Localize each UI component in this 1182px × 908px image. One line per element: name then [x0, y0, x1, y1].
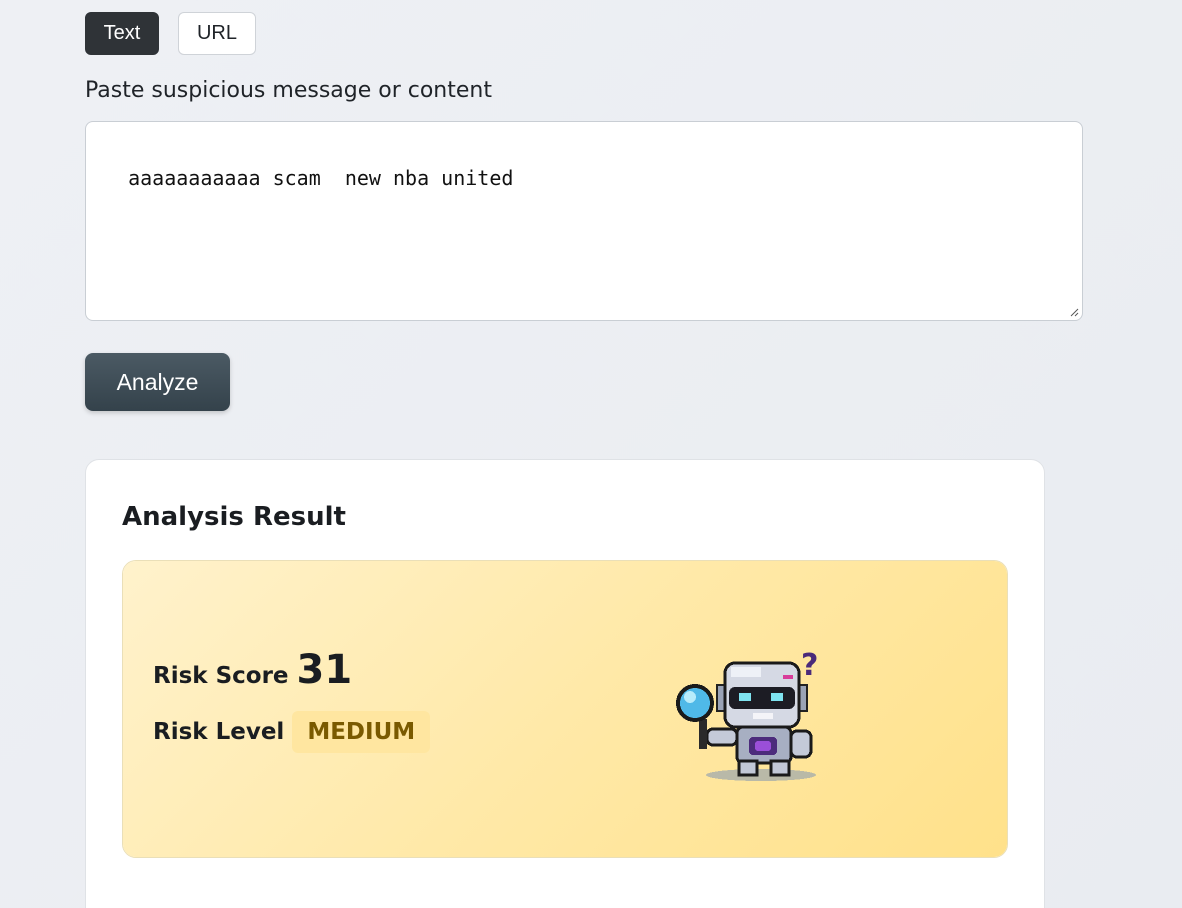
- analyze-button[interactable]: Analyze: [85, 353, 230, 411]
- input-mode-tabs: Text URL: [85, 12, 256, 55]
- risk-panel: Risk Score 31 Risk Level MEDIUM ?: [122, 560, 1008, 858]
- risk-level-row: Risk Level MEDIUM: [153, 711, 431, 753]
- tab-url[interactable]: URL: [178, 12, 256, 55]
- risk-level-badge: MEDIUM: [292, 711, 431, 753]
- risk-score-row: Risk Score 31: [153, 647, 352, 693]
- risk-score-label: Risk Score: [153, 663, 289, 689]
- risk-banner: Risk Score 31 Risk Level MEDIUM ?: [123, 561, 1007, 857]
- detective-robot-icon: ?: [676, 648, 818, 781]
- tab-text[interactable]: Text: [85, 12, 159, 55]
- analysis-result-card: Analysis Result Risk Score 31 Risk Level…: [85, 459, 1045, 908]
- message-text: aaaaaaaaaaa scam new nba united: [128, 166, 514, 190]
- result-title: Analysis Result: [122, 502, 346, 532]
- resize-grip-icon[interactable]: [1069, 307, 1079, 317]
- message-field-label: Paste suspicious message or content: [85, 78, 492, 103]
- risk-level-label: Risk Level: [153, 719, 285, 745]
- svg-text:?: ?: [801, 648, 818, 683]
- message-textarea[interactable]: aaaaaaaaaaa scam new nba united: [85, 121, 1083, 321]
- risk-score-value: 31: [296, 647, 353, 693]
